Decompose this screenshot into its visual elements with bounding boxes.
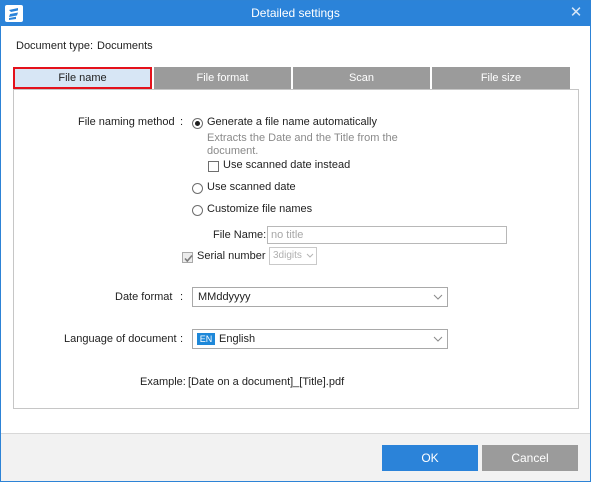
serial-number-label[interactable]: Serial number bbox=[197, 250, 265, 262]
use-scanned-date-instead-checkbox[interactable] bbox=[208, 161, 219, 172]
check-icon bbox=[184, 254, 193, 263]
use-scanned-date-label[interactable]: Use scanned date bbox=[207, 181, 296, 193]
chevron-down-icon bbox=[433, 294, 443, 300]
detailed-settings-dialog: Detailed settings ✕ Document type: Docume… bbox=[0, 0, 591, 482]
language-value: English bbox=[219, 333, 256, 345]
language-flag-badge: EN bbox=[197, 333, 215, 345]
dialog-title: Detailed settings bbox=[251, 6, 340, 20]
radio-generate-automatically[interactable] bbox=[192, 118, 203, 129]
file-name-field-label: File Name: bbox=[213, 229, 267, 241]
document-type-value: Documents bbox=[97, 40, 153, 52]
auto-description-line2: document. bbox=[207, 145, 259, 157]
file-name-panel: File naming method : Generate a file nam… bbox=[13, 89, 579, 409]
tab-scan[interactable]: Scan bbox=[293, 67, 430, 89]
date-format-label: Date format bbox=[115, 291, 173, 303]
customize-file-names-label[interactable]: Customize file names bbox=[207, 203, 312, 215]
use-scanned-date-instead-label[interactable]: Use scanned date instead bbox=[223, 159, 350, 171]
radio-use-scanned-date[interactable] bbox=[192, 183, 203, 194]
dialog-footer: OK Cancel bbox=[1, 433, 590, 481]
settings-tabs: File name File format Scan File size bbox=[13, 67, 570, 89]
example-label: Example: bbox=[140, 376, 186, 388]
tab-file-format[interactable]: File format bbox=[154, 67, 291, 89]
auto-description-line1: Extracts the Date and the Title from the bbox=[207, 132, 398, 144]
language-colon: : bbox=[180, 333, 184, 345]
radio-customize-file-names[interactable] bbox=[192, 205, 203, 216]
serial-digits-select[interactable]: 3digits bbox=[269, 247, 317, 265]
example-value: [Date on a document]_[Title].pdf bbox=[188, 376, 345, 388]
date-format-value: MMddyyyy bbox=[198, 291, 251, 303]
dialog-content: Document type: Documents File name File f… bbox=[1, 26, 590, 433]
tab-file-name[interactable]: File name bbox=[13, 67, 152, 89]
date-format-select[interactable]: MMddyyyy bbox=[192, 287, 448, 307]
language-select[interactable]: EN English bbox=[192, 329, 448, 349]
ok-button[interactable]: OK bbox=[382, 445, 478, 471]
tab-file-size[interactable]: File size bbox=[432, 67, 570, 89]
close-icon[interactable]: ✕ bbox=[568, 4, 584, 22]
serial-number-checkbox[interactable] bbox=[182, 252, 193, 263]
date-format-colon: : bbox=[180, 291, 184, 303]
document-type: Document type: Documents bbox=[16, 40, 153, 52]
document-type-label: Document type: bbox=[16, 40, 94, 52]
cancel-button[interactable]: Cancel bbox=[482, 445, 578, 471]
file-naming-colon: : bbox=[180, 116, 184, 128]
generate-automatically-label[interactable]: Generate a file name automatically bbox=[207, 116, 377, 128]
serial-digits-value: 3digits bbox=[273, 250, 302, 261]
language-label: Language of document bbox=[64, 333, 177, 345]
file-naming-method-label: File naming method bbox=[78, 116, 175, 128]
title-bar: Detailed settings ✕ bbox=[1, 1, 590, 26]
chevron-down-icon bbox=[306, 253, 314, 258]
chevron-down-icon bbox=[433, 336, 443, 342]
file-name-input[interactable]: no title bbox=[267, 226, 507, 244]
